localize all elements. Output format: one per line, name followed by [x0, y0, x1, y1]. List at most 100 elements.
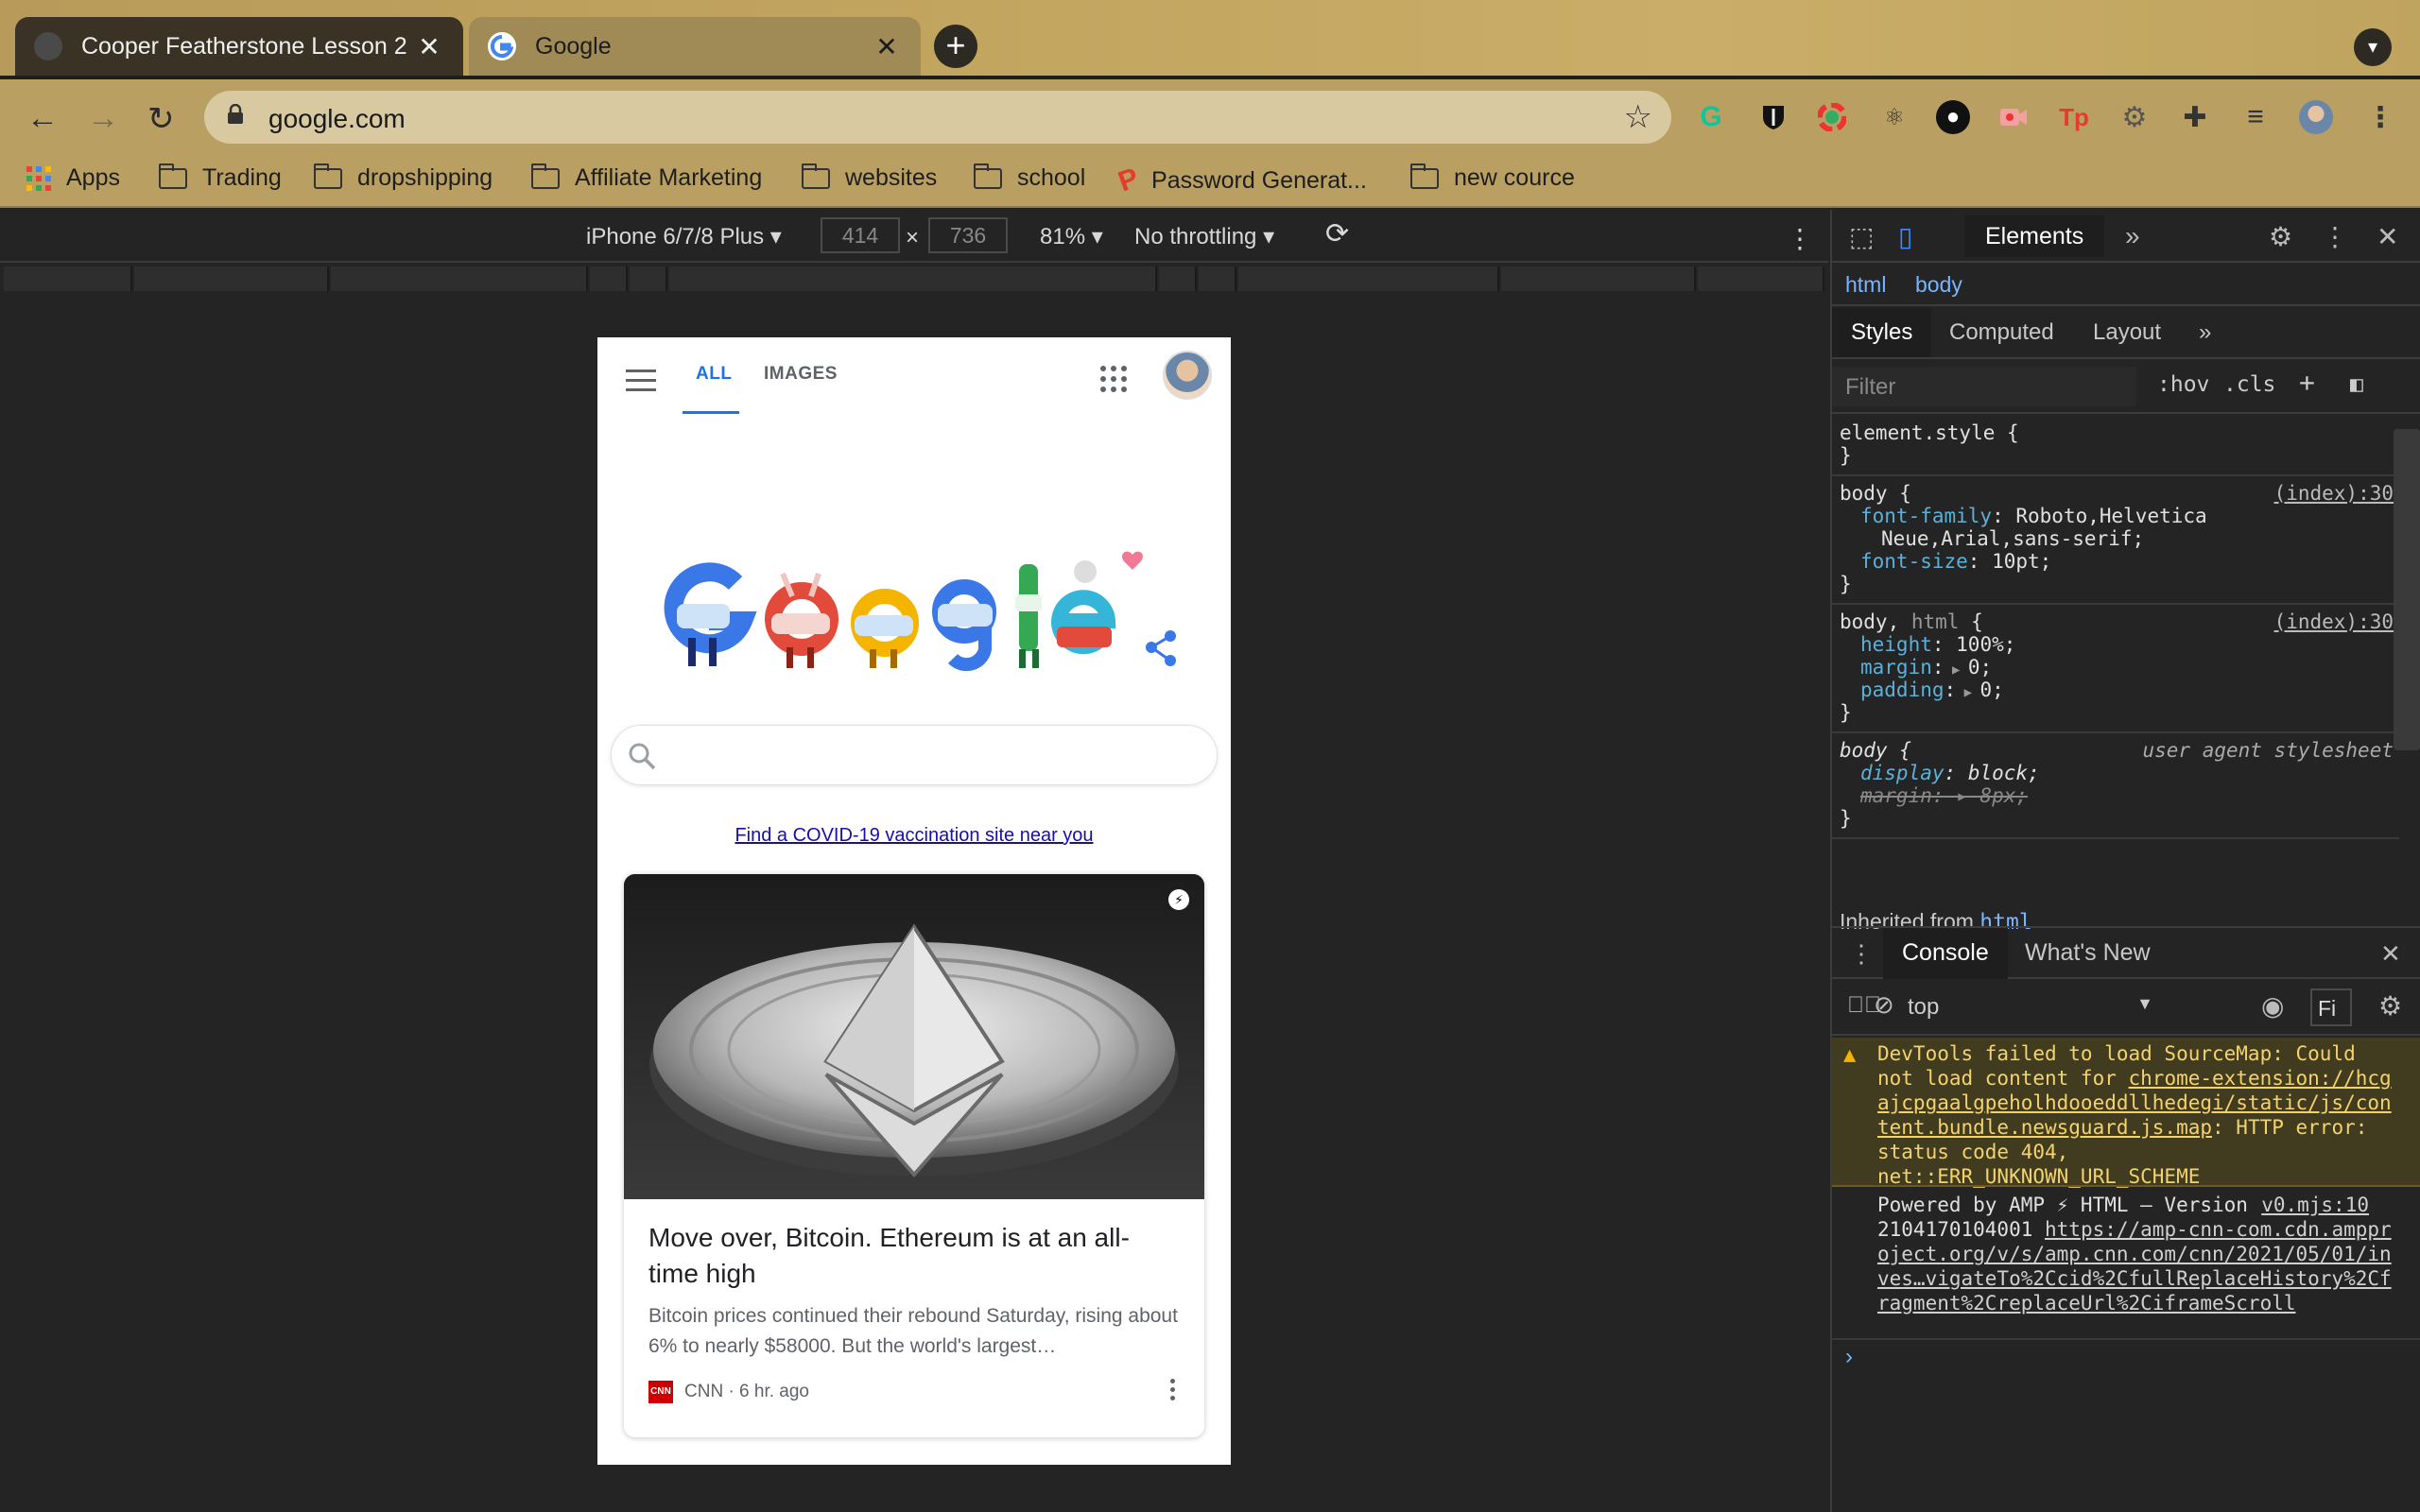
- bookmark-school[interactable]: school: [974, 163, 1085, 192]
- hamburger-menu-icon[interactable]: [626, 369, 656, 398]
- styles-scrollbar[interactable]: [2394, 429, 2420, 750]
- selector-html[interactable]: html: [1911, 610, 1960, 633]
- clear-console-icon[interactable]: ⊘: [1874, 990, 1894, 1020]
- css-value[interactable]: 0;: [1968, 656, 1992, 679]
- tab-images[interactable]: IMAGES: [764, 364, 838, 385]
- rule-source-link[interactable]: (index):30: [2274, 610, 2394, 633]
- more-tabs-icon[interactable]: »: [2125, 221, 2140, 251]
- close-devtools-icon[interactable]: ✕: [2377, 221, 2398, 252]
- address-bar[interactable]: google.com ☆: [204, 91, 1671, 144]
- hov-toggle[interactable]: :hov: [2157, 372, 2209, 397]
- css-property[interactable]: font-size: [1860, 550, 1968, 573]
- tab-console[interactable]: Console: [1883, 928, 2008, 979]
- selector-body[interactable]: body: [1840, 482, 1888, 505]
- css-value[interactable]: 0;: [1979, 679, 2003, 701]
- tab-computed[interactable]: Computed: [1949, 319, 2054, 346]
- zoom-select[interactable]: 81% ▾: [1040, 223, 1103, 250]
- close-tab-icon[interactable]: ✕: [414, 31, 444, 62]
- react-devtools-icon[interactable]: ⚛: [1877, 100, 1911, 134]
- styles-filter-input[interactable]: Filter: [1832, 367, 2136, 406]
- close-drawer-icon[interactable]: ✕: [2380, 939, 2401, 969]
- tab-elements[interactable]: Elements: [1964, 215, 2105, 257]
- close-tab-icon[interactable]: ✕: [872, 31, 902, 62]
- cls-toggle[interactable]: .cls: [2223, 372, 2275, 397]
- bookmarks-bar: Apps Trading dropshipping Affiliate Mark…: [0, 151, 2420, 208]
- extensions-puzzle-icon[interactable]: ✚: [2178, 100, 2212, 134]
- console-prompt[interactable]: ›: [1845, 1344, 1853, 1370]
- console-context-select[interactable]: top ▼: [1898, 988, 2153, 1026]
- selector-body[interactable]: body: [1840, 610, 1888, 633]
- search-input[interactable]: [611, 725, 1218, 785]
- css-property[interactable]: margin: [1860, 656, 1932, 679]
- css-property[interactable]: height: [1860, 633, 1932, 656]
- card-more-icon[interactable]: [1170, 1379, 1176, 1404]
- news-card[interactable]: ⚡ Move over, Bitcoin. Ethereum is at an …: [624, 874, 1204, 1437]
- breadcrumb-html[interactable]: html: [1845, 272, 1886, 298]
- tab-whats-new[interactable]: What's New: [2025, 939, 2151, 967]
- breadcrumb-body[interactable]: body: [1915, 272, 1962, 298]
- tab-search-icon[interactable]: ▾: [2354, 28, 2392, 66]
- bookmark-websites[interactable]: websites: [802, 163, 937, 192]
- new-rule-icon[interactable]: +: [2299, 367, 2315, 398]
- device-select[interactable]: iPhone 6/7/8 Plus ▾: [586, 223, 782, 250]
- device-toggle-icon[interactable]: ▯: [1898, 221, 1912, 252]
- live-expression-eye-icon[interactable]: ◉: [2261, 990, 2284, 1022]
- viewport-width-input[interactable]: 414: [821, 217, 900, 253]
- console-filter-input[interactable]: Fi: [2310, 988, 2352, 1026]
- tab-styles[interactable]: Styles: [1832, 308, 1932, 357]
- reload-icon[interactable]: ↻: [147, 100, 175, 138]
- settings-gear-icon[interactable]: ⚙: [2269, 221, 2292, 252]
- chrome-menu-icon[interactable]: ⋮: [2363, 100, 2397, 134]
- newsguard-shield-icon[interactable]: [1756, 100, 1790, 134]
- log-source-link[interactable]: v0.mjs:10: [2261, 1193, 2369, 1217]
- css-value[interactable]: 10pt;: [1992, 550, 2051, 573]
- css-property[interactable]: padding: [1860, 679, 1945, 701]
- drawer-menu-icon[interactable]: ⋮: [1849, 939, 1874, 969]
- tab-layout[interactable]: Layout: [2093, 319, 2161, 346]
- css-value[interactable]: 100%;: [1956, 633, 2015, 656]
- more-subtabs-icon[interactable]: »: [2199, 319, 2211, 346]
- news-headline[interactable]: Move over, Bitcoin. Ethereum is at an al…: [648, 1220, 1178, 1292]
- expand-triangle-icon[interactable]: ▶: [1945, 662, 1968, 678]
- console-settings-icon[interactable]: ⚙: [2378, 990, 2402, 1022]
- bookmark-affiliate-marketing[interactable]: Affiliate Marketing: [531, 163, 762, 192]
- bookmark-password-generator[interactable]: P Password Generat...: [1115, 163, 1367, 198]
- throttling-select[interactable]: No throttling ▾: [1134, 223, 1274, 250]
- tab-cooper-lesson[interactable]: Cooper Featherstone Lesson 2 ✕: [15, 17, 463, 76]
- github-icon[interactable]: ●: [1936, 100, 1970, 134]
- tab-all[interactable]: ALL: [696, 364, 732, 385]
- rotate-icon[interactable]: ⟳: [1325, 217, 1349, 250]
- css-value[interactable]: Roboto,Helvetica: [2015, 505, 2206, 527]
- settings-extension-icon[interactable]: ⚙: [2118, 100, 2152, 134]
- google-apps-icon[interactable]: [1100, 366, 1129, 392]
- media-query-ruler[interactable]: [0, 265, 1828, 295]
- inspect-element-icon[interactable]: ⬚: [1849, 221, 1874, 252]
- new-tab-button[interactable]: +: [934, 25, 977, 68]
- bookmark-new-cource[interactable]: new cource: [1410, 163, 1575, 192]
- tab-google[interactable]: Google ✕: [469, 17, 921, 76]
- google-doodle[interactable]: [641, 536, 1189, 678]
- back-icon[interactable]: ←: [26, 100, 59, 137]
- covid-vaccination-link[interactable]: Find a COVID-19 vaccination site near yo…: [597, 825, 1231, 847]
- device-more-icon[interactable]: ⋮: [1787, 223, 1813, 254]
- grammarly-icon[interactable]: G: [1694, 100, 1728, 134]
- expand-triangle-icon[interactable]: ▶: [1956, 685, 1979, 700]
- color-picker-icon[interactable]: [1815, 100, 1849, 134]
- rule-source-link[interactable]: (index):30: [2274, 482, 2394, 505]
- reading-list-icon[interactable]: ≡: [2238, 100, 2273, 134]
- css-property[interactable]: font-family: [1860, 505, 1992, 527]
- profile-avatar-icon[interactable]: [2299, 100, 2333, 134]
- share-icon[interactable]: [1146, 630, 1176, 666]
- viewport-height-input[interactable]: 736: [928, 217, 1008, 253]
- bookmark-trading[interactable]: Trading: [159, 163, 282, 192]
- video-record-icon[interactable]: [1996, 100, 2031, 134]
- tp-extension-icon[interactable]: Tp: [2057, 100, 2091, 134]
- selector-element-style[interactable]: element.style {: [1840, 421, 2392, 444]
- toggle-sidebar-icon[interactable]: ◧: [2350, 372, 2363, 397]
- forward-icon[interactable]: →: [87, 100, 119, 137]
- avatar[interactable]: [1163, 351, 1212, 400]
- bookmark-dropshipping[interactable]: dropshipping: [314, 163, 493, 192]
- bookmark-apps[interactable]: Apps: [26, 164, 120, 192]
- devtools-menu-icon[interactable]: ⋮: [2322, 221, 2348, 252]
- bookmark-star-icon[interactable]: ☆: [1624, 98, 1652, 136]
